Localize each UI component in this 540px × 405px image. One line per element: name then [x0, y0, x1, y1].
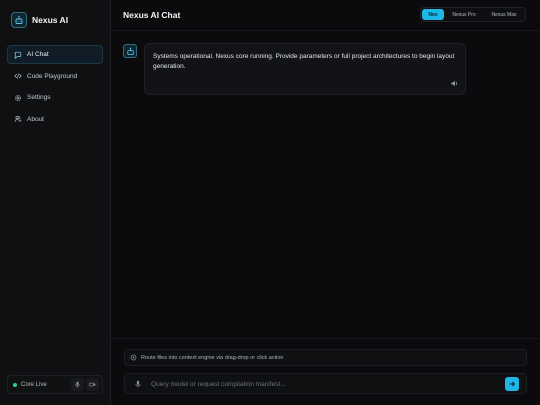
arrow-right-icon: [509, 381, 516, 387]
gear-icon: [15, 94, 21, 101]
file-drop-zone[interactable]: Route files into context engine via drag…: [124, 349, 527, 366]
page-title: Nexus AI Chat: [123, 10, 181, 20]
camera-button[interactable]: [86, 378, 99, 391]
sidebar-item-label: AI Chat: [27, 51, 49, 58]
tab-model-nexus-max[interactable]: Nexus Max: [484, 9, 524, 20]
query-input[interactable]: [151, 377, 491, 391]
sidebar-item-about[interactable]: About: [7, 110, 103, 129]
sidebar-nav: AI Chat Code Playground Settings About: [7, 45, 103, 131]
sidebar-item-settings[interactable]: Settings: [7, 88, 103, 107]
model-selector: Nex Nexus Pro Nexus Max: [420, 7, 526, 22]
microphone-icon: [75, 381, 80, 388]
chat-bubble-icon: [14, 51, 22, 59]
sidebar-item-label: Code Playground: [27, 72, 78, 80]
robot-icon: [126, 47, 134, 55]
code-icon: [14, 73, 22, 79]
video-camera-icon: [89, 382, 96, 387]
sidebar-item-label: About: [27, 115, 44, 123]
sidebar-item-ai-chat[interactable]: AI Chat: [7, 45, 103, 64]
tab-model-nex[interactable]: Nex: [422, 9, 444, 20]
sidebar: Nexus AI AI Chat Code Playground Setting…: [0, 0, 111, 405]
status-dot: [13, 382, 17, 387]
assistant-message: Systems operational. Nexus core running.…: [144, 43, 466, 95]
microphone-button[interactable]: [71, 378, 84, 391]
assistant-avatar: [123, 44, 137, 58]
speaker-icon[interactable]: [450, 79, 459, 88]
message-text: Systems operational. Nexus core running.…: [153, 53, 455, 70]
chat-header: Nexus AI Chat Nex Nexus Pro Nexus Max: [111, 0, 540, 31]
sidebar-item-label: Settings: [27, 94, 51, 101]
brand[interactable]: Nexus AI: [11, 12, 68, 28]
query-box: [124, 373, 527, 394]
users-icon: [14, 115, 22, 122]
tab-model-nexus-pro[interactable]: Nexus Pro: [444, 9, 484, 20]
send-button[interactable]: [505, 377, 519, 391]
upload-icon: [130, 354, 137, 361]
drop-zone-hint: Route files into context engine via drag…: [141, 354, 284, 361]
microphone-icon[interactable]: [134, 380, 142, 388]
status-label: Core Live: [21, 381, 47, 388]
brand-name: Nexus AI: [32, 15, 69, 25]
sidebar-item-code-playground[interactable]: Code Playground: [7, 67, 103, 86]
core-status: Core Live: [7, 375, 103, 394]
robot-icon: [11, 12, 27, 28]
